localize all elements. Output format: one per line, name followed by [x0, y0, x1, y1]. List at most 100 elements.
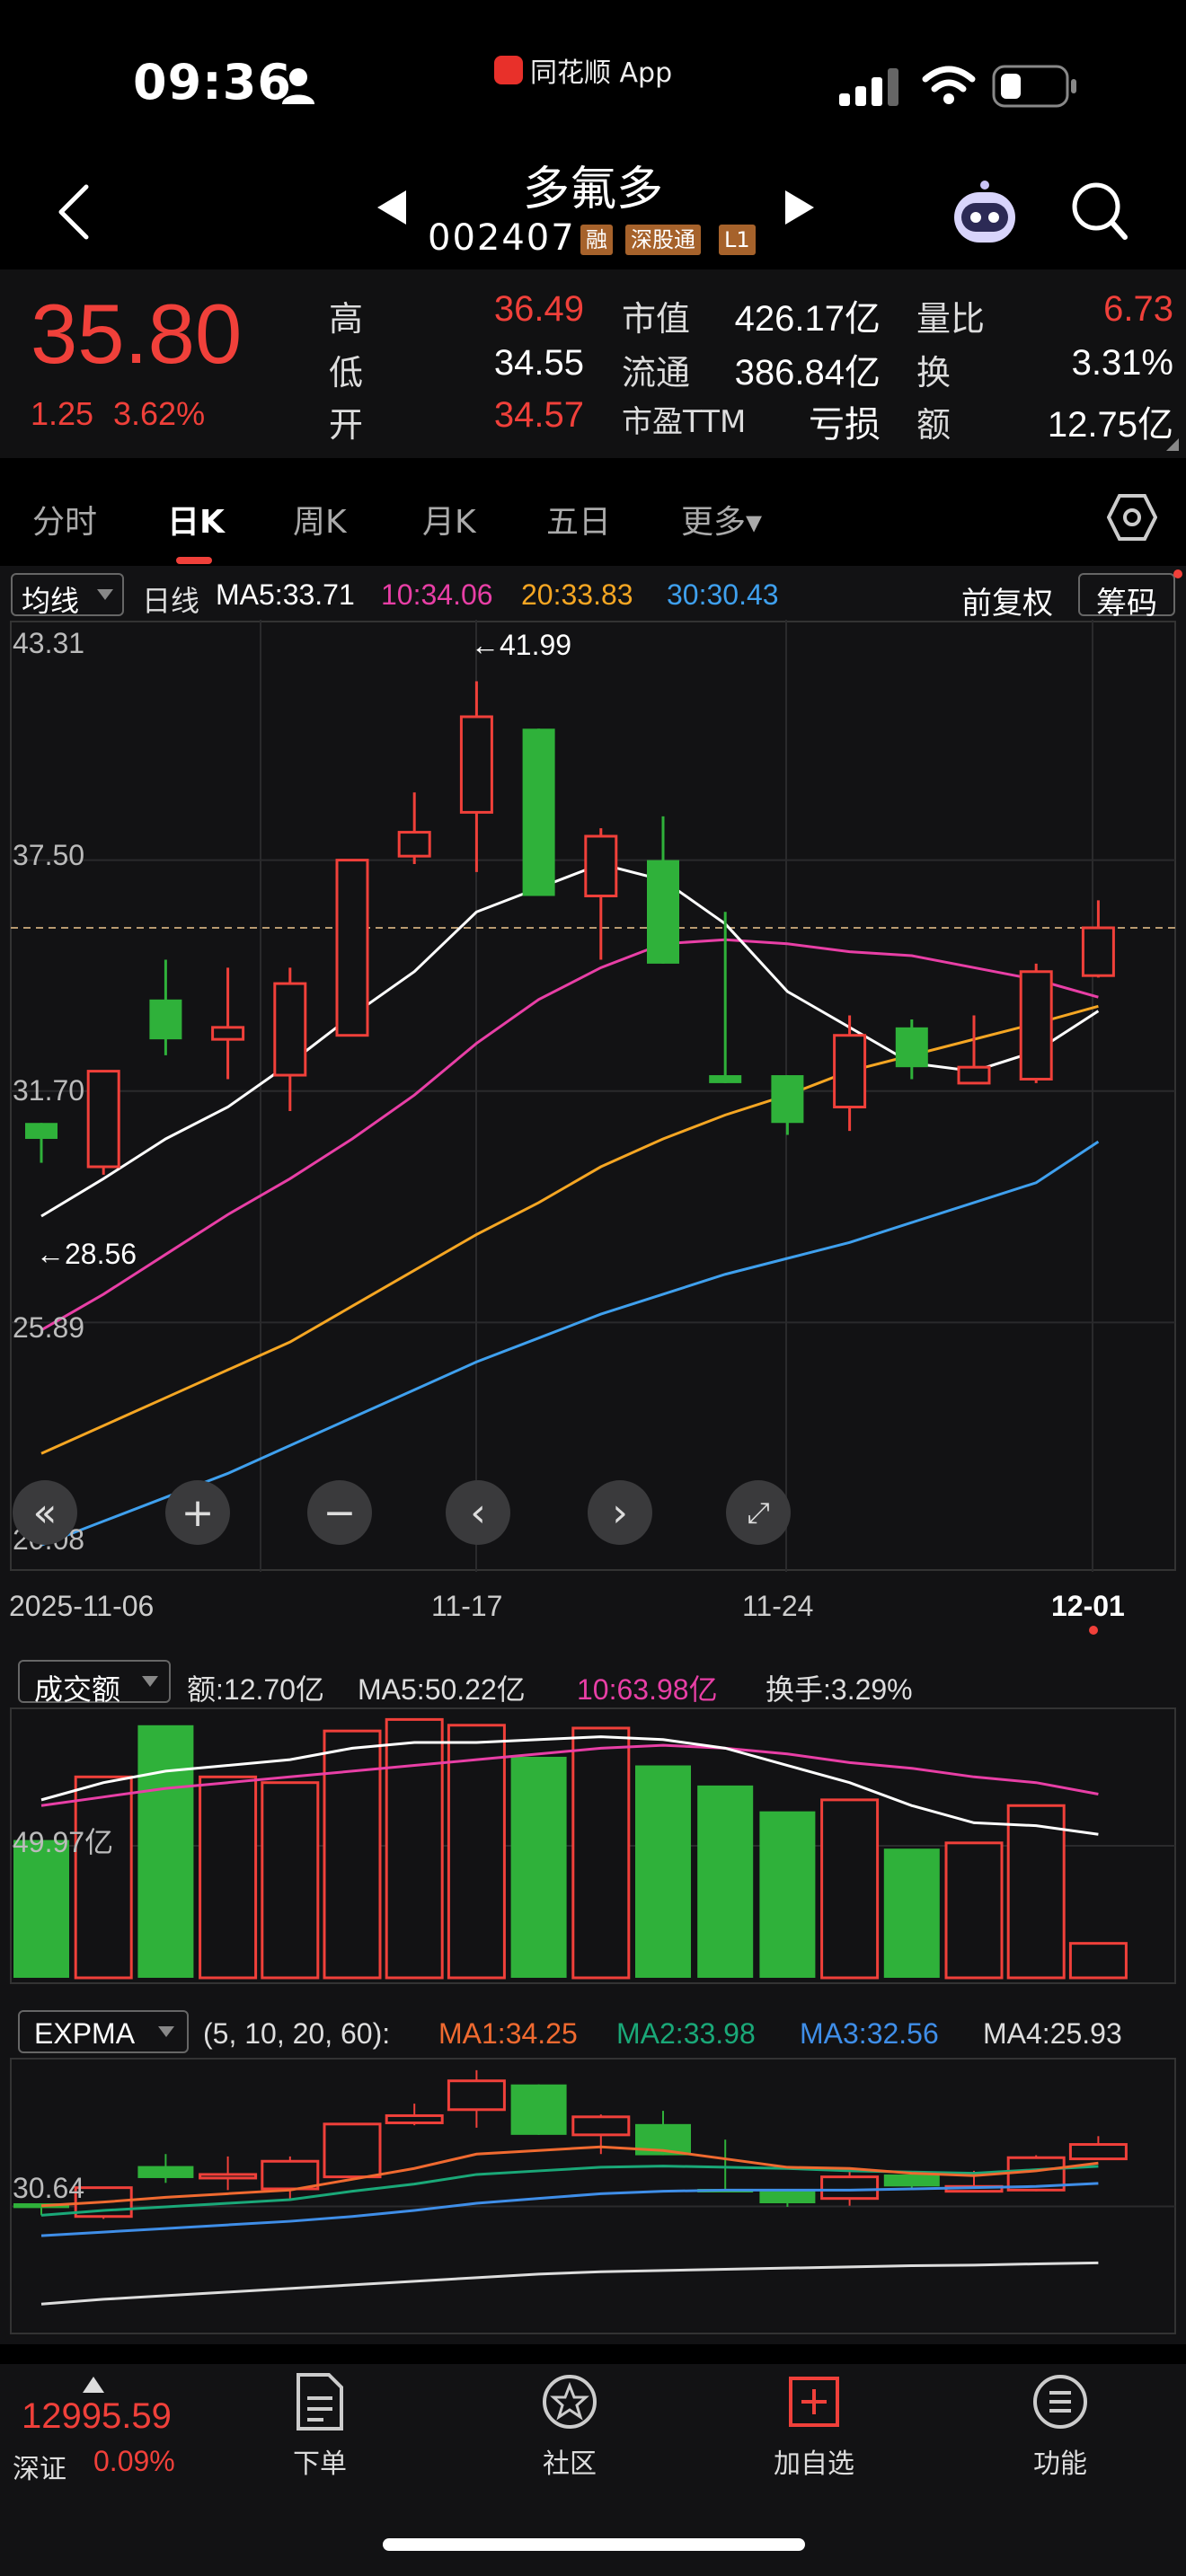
- nav-functions[interactable]: 功能: [979, 2371, 1141, 2481]
- expma-ma2: MA2:33.98: [616, 2017, 756, 2050]
- high-marker: ←41.99: [471, 629, 572, 661]
- date-label-end: 12-01: [1051, 1590, 1125, 1622]
- tab-timeshare[interactable]: 分时: [32, 496, 97, 543]
- volume-ma5: MA5:50.22亿: [358, 1673, 526, 1706]
- volume-bar: [74, 1775, 133, 1980]
- tab-weekly-k[interactable]: 周K: [293, 496, 347, 543]
- tab-daily-k[interactable]: 日K: [167, 496, 225, 543]
- candle-body: [273, 982, 307, 1077]
- volume-dropdown-icon: [142, 1676, 158, 1687]
- index-change: 0.09%: [93, 2445, 175, 2477]
- volume-bar: [323, 1729, 382, 1980]
- expma-candle-body: [385, 2113, 444, 2124]
- scroll-left-button[interactable]: ‹: [446, 1480, 510, 1545]
- ma30-legend: 30:30.43: [667, 578, 779, 611]
- connect-tag: 深股通: [625, 225, 701, 255]
- prev-stock-icon[interactable]: [376, 189, 408, 226]
- pe-value: 亏损: [809, 405, 881, 445]
- volume-bar: [385, 1717, 444, 1980]
- scroll-right-button[interactable]: ›: [588, 1480, 652, 1545]
- tab-monthly-k[interactable]: 月K: [422, 496, 476, 543]
- next-stock-icon[interactable]: [783, 189, 816, 226]
- dropdown-icon: [97, 589, 113, 600]
- zoom-out-button[interactable]: −: [307, 1480, 372, 1545]
- assistant-robot-icon[interactable]: [949, 176, 1021, 248]
- search-icon[interactable]: [1071, 181, 1128, 241]
- y-axis-label-3: 31.70: [13, 1074, 85, 1107]
- order-doc-icon: [296, 2373, 343, 2430]
- candle-body: [584, 834, 618, 898]
- volume-amount: 额:12.70亿: [187, 1673, 324, 1706]
- amount-label: 额: [916, 405, 951, 445]
- tab-more[interactable]: 更多▾: [681, 496, 762, 543]
- exp_ma4-line: [40, 2261, 1099, 2306]
- volume-bar: [883, 1848, 940, 1978]
- add-square-icon: [789, 2377, 839, 2427]
- candle-body: [1019, 970, 1053, 1081]
- source-app-pill[interactable]: 同花顺 App: [494, 50, 672, 90]
- zoom-in-button[interactable]: +: [165, 1480, 230, 1545]
- tab-five-day[interactable]: 五日: [546, 496, 611, 543]
- nav-community-label: 社区: [543, 2448, 597, 2480]
- ma10-legend: 10:34.06: [381, 578, 493, 611]
- high-label: 高: [329, 299, 364, 339]
- volume-bar: [635, 1765, 691, 1978]
- level-tag: L1: [719, 225, 756, 255]
- candle-body: [647, 860, 679, 964]
- expma-candle-body: [820, 2175, 880, 2201]
- wifi-icon: [922, 66, 976, 104]
- date-label-start: 2025-11-06: [9, 1590, 155, 1622]
- open-label: 开: [329, 405, 364, 445]
- volume-bar: [261, 1781, 320, 1980]
- expma-candle-body: [1068, 2143, 1128, 2161]
- mktcap-label: 市值: [622, 299, 691, 339]
- price-change: 1.25: [31, 395, 94, 432]
- open-value: 34.57: [493, 395, 584, 435]
- nav-functions-label: 功能: [1033, 2448, 1087, 2480]
- expma-chart[interactable]: [0, 2057, 1186, 2335]
- mktcap-value: 426.17亿: [734, 299, 881, 339]
- price-change-pct: 3.62%: [113, 395, 206, 432]
- signal-icon: [839, 68, 898, 106]
- candle-body: [957, 1065, 991, 1085]
- nav-add-label: 加自选: [774, 2448, 854, 2480]
- adjust-button[interactable]: 前复权: [961, 578, 1053, 622]
- margin-tag: 融: [580, 225, 613, 255]
- low-label: 低: [329, 353, 364, 393]
- volratio-value: 6.73: [1103, 289, 1173, 329]
- candle-body: [1081, 926, 1115, 977]
- expma-candle-body: [510, 2084, 567, 2135]
- float-label: 流通: [622, 353, 691, 393]
- nav-community[interactable]: 社区: [489, 2371, 651, 2481]
- nav-add-watchlist[interactable]: 加自选: [733, 2371, 895, 2481]
- nav-order[interactable]: 下单: [239, 2371, 401, 2481]
- index-name: 深证: [13, 2454, 66, 2485]
- fullscreen-button[interactable]: ⤢: [726, 1480, 791, 1545]
- candle-body: [771, 1075, 804, 1124]
- date-label-3: 11-24: [742, 1590, 814, 1622]
- menu-circle-icon: [1033, 2375, 1087, 2429]
- low-value: 34.55: [493, 343, 584, 383]
- stock-code: 002407: [428, 217, 576, 259]
- exp_ma3-line: [40, 2182, 1099, 2237]
- candle-body: [895, 1027, 928, 1068]
- settings-hex-icon[interactable]: [1107, 494, 1157, 541]
- volume-chart[interactable]: [0, 1707, 1186, 1985]
- index-value[interactable]: 12995.59: [22, 2396, 172, 2437]
- current-price: 35.80: [31, 287, 243, 381]
- candle-body: [709, 1075, 742, 1083]
- volume-bar: [510, 1756, 567, 1978]
- expand-corner-icon[interactable]: [1166, 438, 1179, 451]
- kline-chart[interactable]: [0, 620, 1186, 1572]
- volume-bar: [571, 1726, 631, 1980]
- rewind-button[interactable]: «: [13, 1480, 77, 1545]
- ma20-legend: 20:33.83: [521, 578, 633, 611]
- y-axis-max: 43.31: [13, 627, 85, 659]
- candle-body: [25, 1123, 58, 1139]
- candle-body: [397, 831, 431, 858]
- volume-bar: [697, 1785, 754, 1978]
- home-indicator[interactable]: [383, 2538, 805, 2551]
- candle-body: [522, 728, 555, 896]
- nav-order-label: 下单: [293, 2448, 347, 2480]
- candle-body: [86, 1070, 120, 1169]
